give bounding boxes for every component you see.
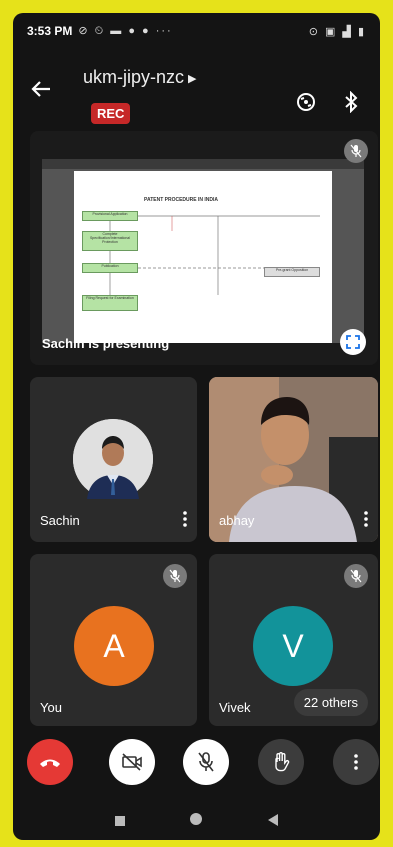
shared-slide: PATENT PROCEDURE IN INDIA Provisional Ap… xyxy=(74,171,332,343)
meeting-code: ukm-jipy-nzc xyxy=(83,67,185,87)
android-nav-bar xyxy=(13,803,380,840)
slide-flow-lines xyxy=(109,215,320,295)
participant-tile-vivek[interactable]: V Vivek 22 others xyxy=(209,554,378,726)
more-options-icon[interactable] xyxy=(364,511,368,527)
meeting-header: ukm-jipy-nzc ▶ REC xyxy=(13,57,380,127)
call-controls xyxy=(13,739,380,795)
others-count-chip[interactable]: 22 others xyxy=(293,689,368,716)
status-notification-icons: ⊘ ⏲ ▬ ● ● ··· xyxy=(78,25,173,37)
participant-tile-you[interactable]: A You xyxy=(30,554,197,726)
participant-name: abhay xyxy=(219,513,255,528)
raise-hand-button[interactable] xyxy=(258,739,304,785)
caret-right-icon: ▶ xyxy=(188,72,197,85)
status-bar: 3:53 PM ⊘ ⏲ ▬ ● ● ··· ⊙ ▣ ▟ ▮ xyxy=(13,13,380,49)
participant-tile-sachin[interactable]: Sachin xyxy=(30,377,197,542)
participant-name: Sachin xyxy=(40,513,80,528)
avatar: V xyxy=(253,606,333,686)
shared-browser-tabbar xyxy=(42,159,364,169)
camera-off-button[interactable] xyxy=(109,739,155,785)
presenting-label: Sachin is presenting xyxy=(42,336,170,351)
mic-off-icon xyxy=(163,564,187,588)
avatar: A xyxy=(74,606,154,686)
participant-name: You xyxy=(40,700,62,715)
avatar xyxy=(73,419,153,499)
back-nav-icon[interactable] xyxy=(267,813,278,831)
home-icon[interactable] xyxy=(189,812,203,831)
more-options-icon[interactable] xyxy=(183,511,187,527)
app-frame: 3:53 PM ⊘ ⏲ ▬ ● ● ··· ⊙ ▣ ▟ ▮ ukm-jipy-n… xyxy=(13,13,380,840)
fullscreen-icon[interactable] xyxy=(340,329,366,355)
recording-badge: REC xyxy=(91,103,131,124)
switch-camera-icon[interactable] xyxy=(295,91,317,113)
recents-icon[interactable] xyxy=(115,813,126,831)
participant-tile-abhay[interactable]: abhay xyxy=(209,377,378,542)
presentation-tile[interactable]: PATENT PROCEDURE IN INDIA Provisional Ap… xyxy=(30,131,378,365)
status-time: 3:53 PM xyxy=(27,24,73,38)
more-options-button[interactable] xyxy=(333,739,379,785)
meeting-title[interactable]: ukm-jipy-nzc ▶ xyxy=(83,67,196,88)
mic-off-icon xyxy=(344,564,368,588)
mic-off-icon xyxy=(344,139,368,163)
participant-name: Vivek xyxy=(219,700,251,715)
status-system-icons: ⊙ ▣ ▟ ▮ xyxy=(308,25,366,38)
mic-off-button[interactable] xyxy=(183,739,229,785)
end-call-button[interactable] xyxy=(27,739,73,785)
back-arrow-icon[interactable] xyxy=(31,77,51,105)
bluetooth-audio-icon[interactable] xyxy=(343,90,359,114)
